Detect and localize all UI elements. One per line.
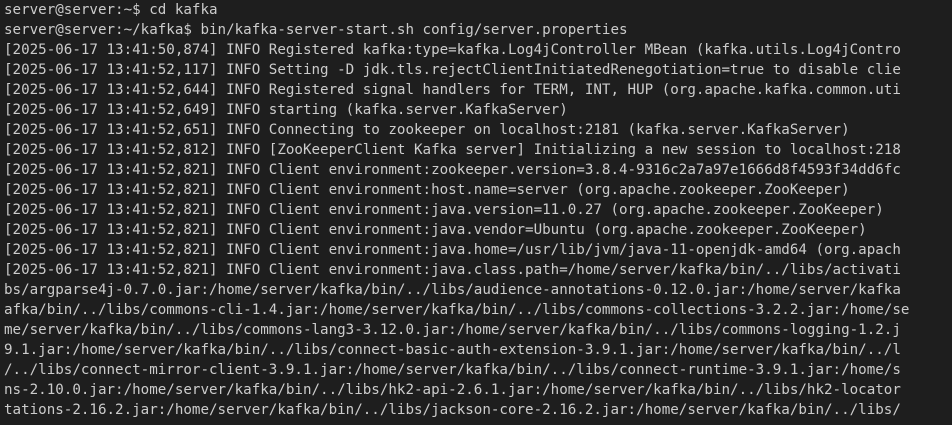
terminal-line: tations-2.16.2.jar:/home/server/kafka/bi… bbox=[4, 402, 901, 418]
terminal-line: [2025-06-17 13:41:52,812] INFO [ZooKeepe… bbox=[4, 142, 901, 158]
terminal-line: bs/argparse4j-0.7.0.jar:/home/server/kaf… bbox=[4, 282, 901, 298]
terminal-line: [2025-06-17 13:41:52,651] INFO Connectin… bbox=[4, 122, 850, 138]
terminal-line: [2025-06-17 13:41:50,874] INFO Registere… bbox=[4, 42, 901, 58]
terminal-line: [2025-06-17 13:41:52,821] INFO Client en… bbox=[4, 262, 901, 278]
terminal-line: me/server/kafka/bin/../libs/commons-lang… bbox=[4, 322, 901, 338]
terminal-line: [2025-06-17 13:41:52,821] INFO Client en… bbox=[4, 182, 850, 198]
terminal-line: [2025-06-17 13:41:52,644] INFO Registere… bbox=[4, 82, 901, 98]
terminal-line: /../libs/connect-mirror-client-3.9.1.jar… bbox=[4, 362, 901, 378]
terminal-line: ns-2.10.0.jar:/home/server/kafka/bin/../… bbox=[4, 382, 901, 398]
terminal-line: [2025-06-17 13:41:52,821] INFO Client en… bbox=[4, 162, 901, 178]
terminal-line: [2025-06-17 13:41:52,821] INFO Client en… bbox=[4, 222, 867, 238]
terminal-line: server@server:~/kafka$ bin/kafka-server-… bbox=[4, 22, 628, 38]
terminal-line: [2025-06-17 13:41:52,117] INFO Setting -… bbox=[4, 62, 901, 78]
terminal-line: [2025-06-17 13:41:52,821] INFO Client en… bbox=[4, 242, 901, 258]
terminal-window[interactable]: server@server:~$ cd kafka server@server:… bbox=[0, 0, 952, 425]
terminal-line: [2025-06-17 13:41:52,821] INFO Client en… bbox=[4, 202, 884, 218]
terminal-line: afka/bin/../libs/commons-cli-1.4.jar:/ho… bbox=[4, 302, 910, 318]
terminal-line: [2025-06-17 13:41:52,649] INFO starting … bbox=[4, 102, 568, 118]
terminal-line: server@server:~$ cd kafka bbox=[4, 2, 218, 18]
terminal-line: 9.1.jar:/home/server/kafka/bin/../libs/c… bbox=[4, 342, 901, 358]
